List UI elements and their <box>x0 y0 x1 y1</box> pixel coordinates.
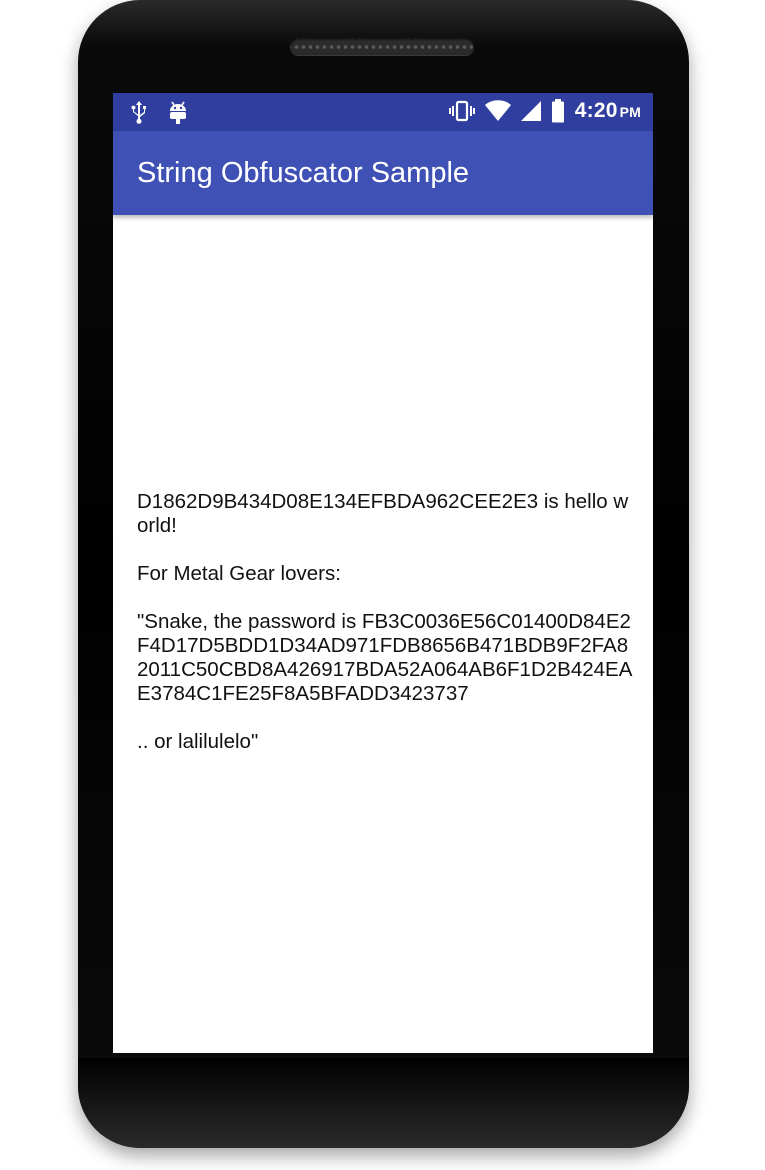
phone-screen: 4:20 PM String Obfuscator Sample D1862D9B… <box>113 93 653 1053</box>
earpiece-speaker <box>290 38 474 55</box>
main-content: D1862D9B434D08E134EFBDA962CEE2E3 is hell… <box>137 490 633 754</box>
vibrate-icon <box>448 100 475 122</box>
status-bar: 4:20 PM <box>113 93 653 131</box>
password-text: "Snake, the password is FB3C0036E56C0140… <box>137 610 633 705</box>
wifi-icon <box>484 100 511 122</box>
hello-world-text: D1862D9B434D08E134EFBDA962CEE2E3 is hell… <box>137 490 629 537</box>
android-debug-icon <box>167 100 189 124</box>
status-clock: 4:20 PM <box>575 99 641 123</box>
cell-signal-icon <box>520 100 541 122</box>
app-bar: String Obfuscator Sample <box>113 131 653 215</box>
clock-time: 4:20 <box>574 99 618 122</box>
app-title: String Obfuscator Sample <box>137 157 470 189</box>
lalilulelo-text: .. or lalilulelo" <box>137 730 259 753</box>
battery-icon <box>551 99 565 123</box>
clock-ampm: PM <box>619 104 641 120</box>
usb-icon <box>129 100 149 124</box>
metal-gear-heading: For Metal Gear lovers: <box>137 562 341 585</box>
